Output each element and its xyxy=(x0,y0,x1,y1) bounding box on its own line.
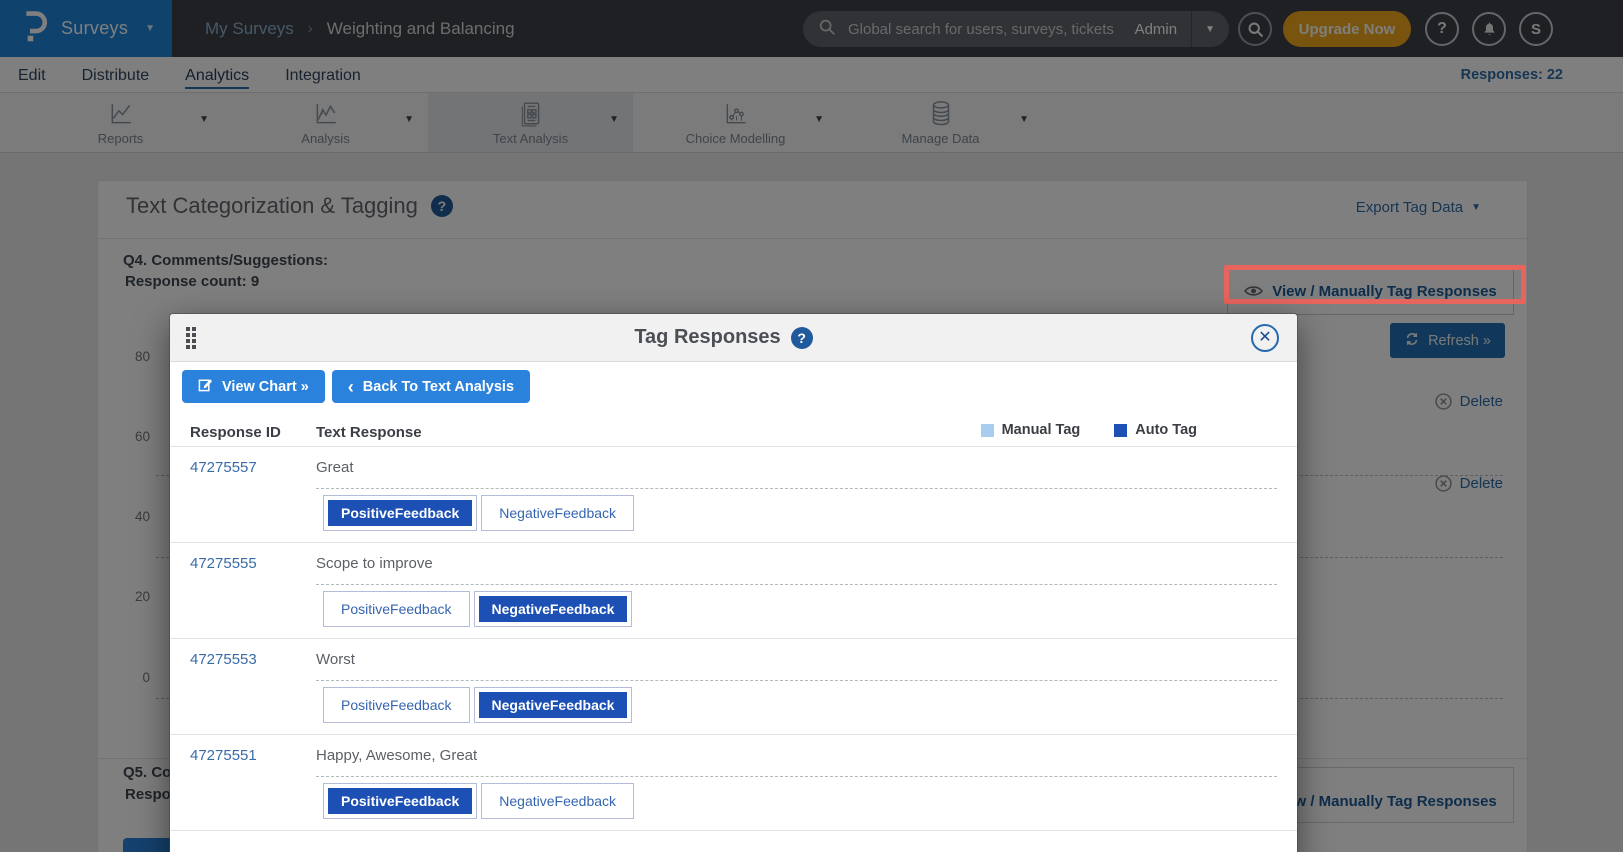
drag-handle-icon[interactable] xyxy=(186,327,196,349)
manual-tag-swatch xyxy=(981,424,994,437)
responses-table-body: 47275557 Great PositiveFeedback NegativeF… xyxy=(170,447,1297,831)
responses-table-header: Response ID Text Response Manual Tag Aut… xyxy=(170,418,1297,447)
row-dotted-divider xyxy=(316,584,1277,585)
tag-button-positivefeedback[interactable]: PositiveFeedback xyxy=(323,783,477,819)
row-dotted-divider xyxy=(316,776,1277,777)
response-row: 47275555 Scope to improve PositiveFeedba… xyxy=(170,543,1297,639)
response-row: 47275551 Happy, Awesome, Great PositiveF… xyxy=(170,735,1297,831)
response-row: 47275557 Great PositiveFeedback NegativeF… xyxy=(170,447,1297,543)
response-id-link[interactable]: 47275557 xyxy=(190,459,316,476)
row-dotted-divider xyxy=(316,488,1277,489)
view-chart-button[interactable]: View Chart » xyxy=(182,370,325,403)
response-text: Worst xyxy=(316,651,355,668)
response-text: Scope to improve xyxy=(316,555,433,572)
chevron-left-icon: ‹ xyxy=(348,378,354,396)
tag-label: NegativeFeedback xyxy=(479,596,628,622)
app-screen: Surveys ▼ My Surveys › Weighting and Bal… xyxy=(0,0,1623,852)
row-dotted-divider xyxy=(316,680,1277,681)
response-id-link[interactable]: 47275555 xyxy=(190,555,316,572)
tag-label: PositiveFeedback xyxy=(328,788,472,814)
modal-title-row: Tag Responses ? xyxy=(196,326,1251,349)
auto-tag-swatch xyxy=(1114,424,1127,437)
modal-action-buttons: View Chart » ‹ Back To Text Analysis xyxy=(170,362,1297,403)
legend-auto-tag: Auto Tag xyxy=(1114,422,1197,438)
tag-button-negativefeedback[interactable]: NegativeFeedback xyxy=(474,591,633,627)
tag-button-negativefeedback[interactable]: NegativeFeedback xyxy=(474,687,633,723)
tag-label: PositiveFeedback xyxy=(328,692,465,718)
close-icon[interactable]: ✕ xyxy=(1251,324,1279,352)
tag-button-positivefeedback[interactable]: PositiveFeedback xyxy=(323,687,470,723)
tag-buttons: PositiveFeedback NegativeFeedback xyxy=(323,591,1277,627)
response-text: Happy, Awesome, Great xyxy=(316,747,477,764)
tag-button-negativefeedback[interactable]: NegativeFeedback xyxy=(481,783,634,819)
tag-button-negativefeedback[interactable]: NegativeFeedback xyxy=(481,495,634,531)
tag-button-positivefeedback[interactable]: PositiveFeedback xyxy=(323,591,470,627)
response-id-link[interactable]: 47275551 xyxy=(190,747,316,764)
response-row: 47275553 Worst PositiveFeedback NegativeF… xyxy=(170,639,1297,735)
tag-label: NegativeFeedback xyxy=(479,692,628,718)
response-text: Great xyxy=(316,459,354,476)
tag-button-positivefeedback[interactable]: PositiveFeedback xyxy=(323,495,477,531)
legend-manual-tag: Manual Tag xyxy=(981,422,1081,438)
tag-buttons: PositiveFeedback NegativeFeedback xyxy=(323,783,1277,819)
tag-buttons: PositiveFeedback NegativeFeedback xyxy=(323,687,1277,723)
edit-chart-icon xyxy=(198,377,213,396)
tag-buttons: PositiveFeedback NegativeFeedback xyxy=(323,495,1277,531)
tag-label: PositiveFeedback xyxy=(328,500,472,526)
back-to-text-analysis-button[interactable]: ‹ Back To Text Analysis xyxy=(332,370,530,403)
tag-responses-modal: Tag Responses ? ✕ View Chart » ‹ Back To… xyxy=(170,314,1297,852)
help-badge-icon[interactable]: ? xyxy=(791,327,813,349)
response-id-link[interactable]: 47275553 xyxy=(190,651,316,668)
tag-label: NegativeFeedback xyxy=(486,500,629,526)
tag-legend: Manual Tag Auto Tag xyxy=(981,422,1197,438)
column-text-response: Text Response xyxy=(316,424,422,441)
modal-title: Tag Responses xyxy=(634,326,780,349)
tag-label: NegativeFeedback xyxy=(486,788,629,814)
tag-label: PositiveFeedback xyxy=(328,596,465,622)
modal-header: Tag Responses ? ✕ xyxy=(170,314,1297,362)
column-response-id: Response ID xyxy=(190,424,316,441)
